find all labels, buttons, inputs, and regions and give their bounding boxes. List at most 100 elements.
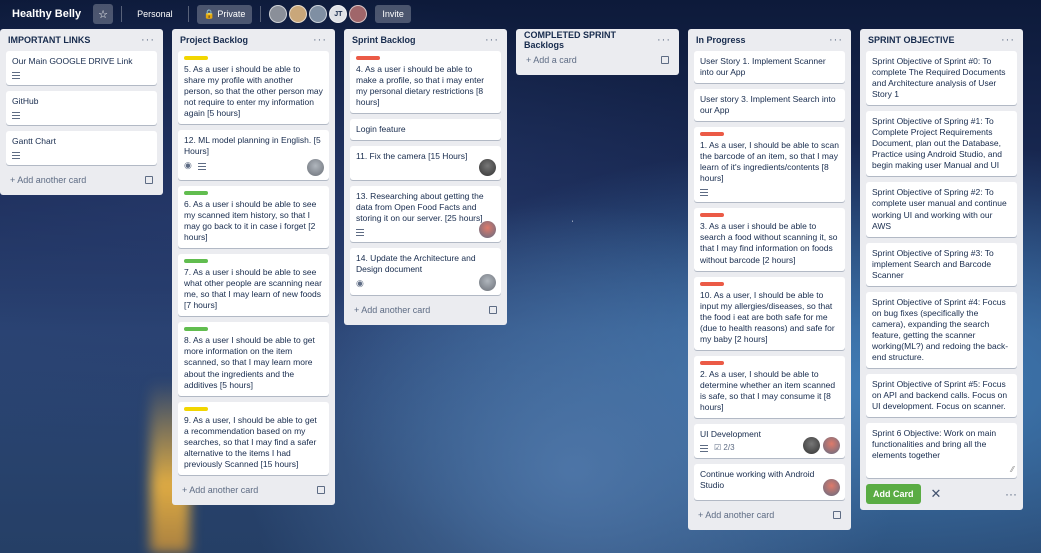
card[interactable]: Gantt Chart (6, 131, 157, 166)
add-card-label: + Add a card (526, 55, 577, 65)
card[interactable]: 14. Update the Architecture and Design d… (350, 248, 501, 296)
card[interactable]: 10. As a user, I should be able to input… (694, 276, 845, 350)
more-options-icon[interactable]: ··· (1005, 487, 1017, 501)
card-label-red[interactable] (700, 213, 724, 218)
card[interactable]: 3. As a user i should be able to search … (694, 208, 845, 271)
card[interactable]: Login feature (350, 119, 501, 141)
card[interactable]: Sprint Objective of Sprint #5: Focus on … (866, 374, 1017, 418)
card[interactable]: UI Development ☑ 2/3 (694, 423, 845, 459)
card[interactable]: 9. As a user, I should be able to get a … (178, 401, 329, 475)
card-title: 4. As a user i should be able to make a … (356, 64, 485, 108)
list-title[interactable]: COMPLETED SPRINT Backlogs (524, 30, 657, 50)
team-button[interactable]: Personal (130, 5, 180, 23)
card-template-icon[interactable] (145, 176, 153, 185)
card[interactable]: Sprint Objective of Spring #1: To Comple… (866, 111, 1017, 177)
list-header: IMPORTANT LINKS ··· (6, 29, 157, 51)
list-menu-icon[interactable]: ··· (829, 34, 843, 46)
card[interactable]: Continue working with Android Studio (694, 464, 845, 501)
card[interactable]: User Story 1. Implement Scanner into our… (694, 51, 845, 84)
card-label-green[interactable] (184, 259, 208, 264)
card-title: 10. As a user, I should be able to input… (700, 289, 835, 344)
card[interactable]: Sprint Objective of Sprint #4: Focus on … (866, 291, 1017, 369)
card-label-green[interactable] (184, 327, 208, 332)
card-label-green[interactable] (184, 191, 208, 196)
avatar[interactable] (307, 159, 324, 177)
list-menu-icon[interactable]: ··· (141, 34, 155, 46)
add-card-button[interactable]: + Add another card (6, 171, 157, 189)
card[interactable]: 6. As a user i should be able to see my … (178, 186, 329, 249)
card-title: Sprint Objective of Spring #2: To comple… (872, 187, 1007, 231)
card[interactable]: GitHub (6, 91, 157, 126)
card-title: Sprint Objective of Spring #3: To implem… (872, 247, 994, 280)
card-label-red[interactable] (700, 360, 724, 365)
card[interactable]: Sprint Objective of Spring #3: To implem… (866, 242, 1017, 286)
card-title: Our Main GOOGLE DRIVE Link (12, 56, 133, 66)
card-label-red[interactable] (700, 132, 724, 137)
checklist-icon: ☑ (714, 443, 722, 453)
list-header: SPRINT OBJECTIVE ··· (866, 29, 1017, 51)
new-card-textarea[interactable]: Sprint 6 Objective: Work on main functio… (866, 423, 1017, 479)
composer-text: Sprint 6 Objective: Work on main functio… (872, 428, 997, 461)
card[interactable]: User story 3. Implement Search into our … (694, 89, 845, 122)
card-title: 11. Fix the camera [15 Hours] (356, 151, 468, 162)
description-icon (12, 151, 20, 159)
description-icon (356, 228, 364, 236)
card[interactable]: 1. As a user, I should be able to scan t… (694, 127, 845, 203)
avatar[interactable] (289, 5, 308, 23)
list-title[interactable]: SPRINT OBJECTIVE (868, 35, 955, 45)
card-title: 13. Researching about getting the data f… (356, 191, 484, 224)
card[interactable]: 4. As a user i should be able to make a … (350, 51, 501, 114)
list-title[interactable]: IMPORTANT LINKS (8, 35, 90, 45)
list-menu-icon[interactable]: ··· (1001, 34, 1015, 46)
card-label-red[interactable] (356, 56, 380, 60)
avatar[interactable] (309, 5, 328, 23)
add-card-button[interactable]: + Add another card (694, 506, 845, 524)
list-title[interactable]: In Progress (696, 35, 746, 45)
add-card-button[interactable]: + Add another card (178, 481, 329, 499)
card[interactable]: 2. As a user, I should be able to determ… (694, 355, 845, 418)
card[interactable]: 8. As a user I should be able to get mor… (178, 322, 329, 396)
list-title[interactable]: Sprint Backlog (352, 35, 416, 45)
list-menu-icon[interactable]: ··· (485, 34, 499, 46)
card[interactable]: Sprint Objective of Spring #2: To comple… (866, 182, 1017, 237)
card-label-yellow[interactable] (184, 406, 208, 411)
card-template-icon[interactable] (317, 485, 325, 494)
card-badges (12, 150, 151, 160)
card-template-icon[interactable] (661, 56, 669, 64)
board-title[interactable]: Healthy Belly (8, 4, 85, 24)
close-icon[interactable]: ✕ (931, 486, 942, 502)
list-title[interactable]: Project Backlog (180, 35, 248, 45)
card[interactable]: 12. ML model planning in English. [5 Hou… (178, 130, 329, 181)
card-label-red[interactable] (700, 281, 724, 286)
avatar[interactable] (479, 159, 496, 177)
list-in-progress: In Progress ··· User Story 1. Implement … (688, 29, 851, 531)
card[interactable]: 7. As a user i should be able to see wha… (178, 254, 329, 317)
avatar[interactable] (269, 5, 288, 23)
add-card-submit-button[interactable]: Add Card (866, 484, 921, 505)
card[interactable]: Our Main GOOGLE DRIVE Link (6, 51, 157, 86)
avatar[interactable]: JT (329, 5, 348, 23)
visibility-button[interactable]: 🔒 Private (196, 4, 253, 24)
card[interactable]: 13. Researching about getting the data f… (350, 186, 501, 243)
invite-button[interactable]: Invite (375, 5, 411, 23)
card[interactable]: 11. Fix the camera [15 Hours] (350, 146, 501, 181)
avatar[interactable] (823, 479, 840, 497)
add-card-label: + Add another card (698, 510, 775, 521)
card-template-icon[interactable] (489, 306, 497, 315)
avatar[interactable] (349, 5, 368, 23)
list-menu-icon[interactable]: ··· (313, 34, 327, 46)
card-badges (12, 70, 151, 80)
card-title: 1. As a user, I should be able to scan t… (700, 140, 839, 184)
card-label-yellow[interactable] (184, 56, 208, 60)
divider (121, 6, 123, 22)
card-template-icon[interactable] (833, 511, 841, 520)
watch-icon: ◉ (356, 278, 364, 289)
star-icon[interactable]: ☆ (93, 4, 114, 24)
card[interactable]: 5. As a user i should be able to share m… (178, 51, 329, 125)
list-menu-icon[interactable]: ··· (657, 34, 671, 46)
add-card-button[interactable]: + Add another card (350, 301, 501, 319)
resize-handle-icon[interactable]: ⁄⁄ (1011, 465, 1014, 475)
add-card-button[interactable]: + Add a card (522, 51, 673, 69)
card[interactable]: Sprint Objective of Sprint #0: To comple… (866, 51, 1017, 106)
description-icon (197, 162, 206, 170)
